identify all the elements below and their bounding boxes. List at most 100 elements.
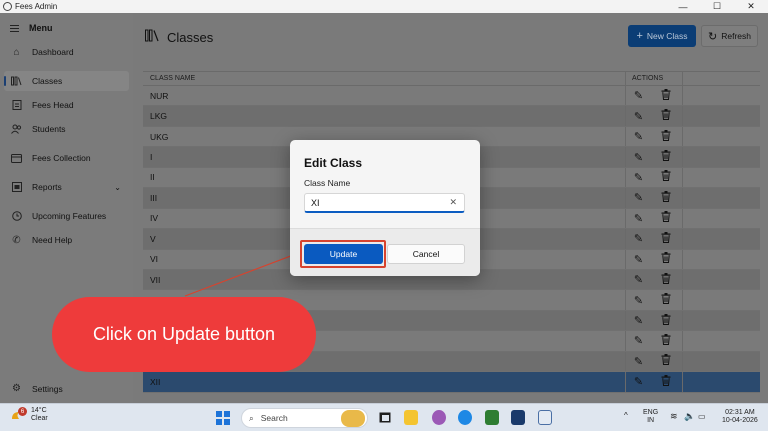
instruction-callout: Click on Update button	[52, 297, 316, 372]
delete-icon[interactable]	[659, 333, 672, 348]
delete-icon[interactable]	[659, 211, 672, 225]
delete-icon[interactable]	[659, 170, 672, 184]
edit-icon[interactable]: ✎	[632, 171, 645, 184]
class-name-cell: VII	[150, 274, 161, 285]
close-button[interactable]: ✕	[734, 0, 768, 13]
delete-icon[interactable]	[659, 150, 672, 164]
clear-icon[interactable]: ✕	[449, 197, 457, 208]
battery-icon[interactable]: ▭	[698, 413, 706, 421]
delete-icon[interactable]	[659, 109, 672, 123]
actions-cell: ✎	[625, 167, 683, 188]
language-indicator[interactable]: ENG IN	[643, 409, 658, 425]
edit-icon[interactable]: ✎	[632, 375, 645, 388]
sidebar-item-students[interactable]: Students	[4, 119, 129, 139]
edit-icon[interactable]: ✎	[632, 314, 645, 327]
task-view-icon[interactable]	[378, 410, 392, 425]
actions-cell: ✎	[625, 86, 683, 106]
edge-icon[interactable]	[458, 410, 472, 425]
copilot-icon[interactable]	[432, 410, 446, 425]
maximize-button[interactable]: ☐	[700, 0, 734, 13]
edit-icon[interactable]: ✎	[632, 151, 645, 164]
volume-icon[interactable]: 🔈	[684, 412, 695, 421]
sidebar-item-reports[interactable]: Reports ⌄	[4, 177, 129, 197]
excel-icon[interactable]	[485, 410, 499, 425]
start-button[interactable]	[216, 411, 230, 425]
sidebar-item-label: Classes	[32, 76, 63, 86]
sidebar-item-upcoming-features[interactable]: Upcoming Features	[4, 206, 129, 226]
table-row[interactable]: NUR ✎	[143, 86, 760, 107]
edit-icon[interactable]: ✎	[632, 232, 645, 245]
class-name-input[interactable]: XI ✕	[304, 193, 465, 213]
table-row[interactable]: XII ✎	[143, 372, 760, 393]
delete-icon[interactable]	[659, 190, 672, 205]
actions-cell: ✎	[625, 126, 683, 147]
file-explorer-icon[interactable]	[404, 410, 418, 425]
page-title: Classes	[167, 29, 214, 45]
clock-icon	[11, 211, 22, 222]
edit-icon[interactable]: ✎	[632, 191, 645, 204]
fees-admin-taskbar-icon[interactable]	[538, 410, 552, 425]
column-header-actions: ACTIONS	[625, 72, 683, 85]
sidebar-item-settings[interactable]: ⚙ Settings	[11, 383, 63, 394]
edit-icon[interactable]: ✎	[632, 110, 645, 123]
delete-icon[interactable]	[659, 354, 672, 368]
delete-icon[interactable]	[659, 293, 672, 307]
actions-cell: ✎	[625, 269, 683, 290]
actions-cell: ✎	[625, 229, 683, 249]
table-header: CLASS NAME ACTIONS	[143, 71, 760, 86]
edit-icon[interactable]: ✎	[632, 294, 645, 307]
edit-icon[interactable]: ✎	[632, 130, 645, 143]
sidebar-item-classes[interactable]: Classes	[4, 71, 129, 91]
table-row[interactable]: LKG ✎	[143, 106, 760, 127]
sidebar-item-label: Fees Head	[32, 100, 74, 110]
sidebar-item-dashboard[interactable]: ⌂ Dashboard	[4, 42, 129, 62]
delete-icon[interactable]	[659, 272, 672, 287]
store-icon[interactable]	[511, 410, 525, 425]
lang-bottom: IN	[647, 417, 655, 424]
sidebar-item-label: Students	[32, 124, 66, 134]
edit-icon[interactable]: ✎	[632, 334, 645, 347]
refresh-button[interactable]: ↻ Refresh	[701, 25, 758, 47]
class-name-value: XI	[311, 197, 320, 208]
menu-toggle[interactable]: Menu	[0, 13, 133, 43]
taskbar: 6 14°C Clear ⌕ Search ^ ENG IN ≋ 🔈 ▭ 02:…	[0, 403, 768, 431]
delete-icon[interactable]	[659, 252, 672, 266]
column-header-class-name: CLASS NAME	[150, 75, 196, 82]
delete-icon[interactable]	[659, 374, 672, 389]
minimize-button[interactable]: —	[666, 0, 700, 13]
delete-icon[interactable]	[659, 129, 672, 144]
edit-icon[interactable]: ✎	[632, 89, 645, 102]
new-class-button[interactable]: + New Class	[628, 25, 696, 47]
edit-icon[interactable]: ✎	[632, 253, 645, 266]
library-icon	[145, 29, 159, 45]
class-name-label: Class Name	[304, 178, 351, 188]
cancel-button[interactable]: Cancel	[387, 244, 465, 264]
sidebar-item-need-help[interactable]: ✆ Need Help	[4, 230, 129, 250]
title-bar: Fees Admin — ☐ ✕	[0, 0, 768, 13]
chevron-up-icon[interactable]: ^	[624, 412, 628, 420]
edit-icon[interactable]: ✎	[632, 273, 645, 286]
edit-icon[interactable]: ✎	[632, 355, 645, 368]
taskbar-search[interactable]: ⌕ Search	[241, 408, 368, 428]
sidebar-item-label: Reports	[32, 182, 62, 192]
sidebar-item-fees-collection[interactable]: Fees Collection	[4, 148, 129, 168]
weather-temp: 14°C	[31, 407, 47, 414]
actions-cell: ✎	[625, 290, 683, 310]
actions-cell: ✎	[625, 249, 683, 269]
lang-top: ENG	[643, 409, 659, 416]
sidebar-item-fees-head[interactable]: Fees Head	[4, 95, 129, 115]
delete-icon[interactable]	[659, 88, 672, 103]
edit-icon[interactable]: ✎	[632, 212, 645, 225]
sidebar-item-label: Dashboard	[32, 47, 74, 57]
clock[interactable]: 02:31 AM 10-04-2026	[722, 409, 758, 425]
library-icon	[11, 76, 22, 87]
dialog-title: Edit Class	[304, 156, 363, 170]
weather-widget[interactable]: 6 14°C Clear	[10, 407, 48, 423]
delete-icon[interactable]	[659, 313, 672, 328]
update-button[interactable]: Update	[304, 244, 383, 264]
wifi-icon[interactable]: ≋	[670, 412, 678, 421]
class-name-cell: LKG	[150, 111, 168, 122]
window-title: Fees Admin	[15, 2, 58, 11]
delete-icon[interactable]	[659, 231, 672, 246]
actions-cell: ✎	[625, 147, 683, 167]
